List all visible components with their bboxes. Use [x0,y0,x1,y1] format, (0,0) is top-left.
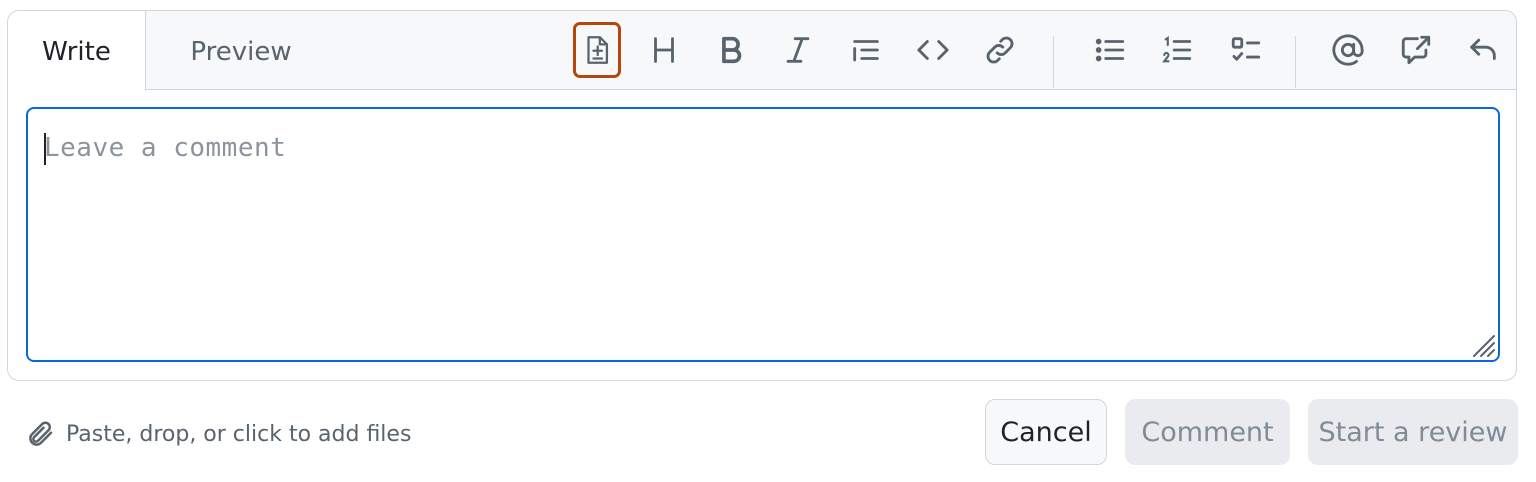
code-icon [917,40,949,60]
editor-tab-bar: Write Preview [8,11,1516,91]
italic-icon [786,37,810,63]
undo-button[interactable] [1459,23,1507,77]
quote-icon [853,40,879,62]
start-review-button[interactable]: Start a review [1308,399,1518,465]
comment-placeholder: Leave a comment [44,133,287,163]
insert-suggestion-button[interactable] [573,22,621,78]
ordered-list-icon [1162,35,1192,63]
code-button[interactable] [909,23,957,77]
attach-files[interactable]: Paste, drop, or click to add files [26,414,411,454]
attach-files-label: Paste, drop, or click to add files [66,421,412,447]
text-caret [44,133,46,165]
bold-button[interactable] [707,23,755,77]
comment-editor: Write Preview Leave a comment [7,10,1517,381]
comment-button[interactable]: Comment [1125,399,1290,465]
toolbar-divider [1295,36,1296,88]
italic-button[interactable] [774,23,822,77]
unordered-list-button[interactable] [1086,23,1134,77]
undo-icon [1470,38,1496,60]
tasklist-button[interactable] [1222,23,1270,77]
mention-icon [1332,34,1364,66]
tab-preview[interactable]: Preview [166,11,316,90]
tasklist-icon [1231,37,1261,61]
heading-icon [654,37,674,63]
toolbar-divider [1053,36,1054,88]
resize-handle-icon[interactable] [1466,328,1496,358]
unordered-list-icon [1095,38,1125,62]
comment-textarea[interactable]: Leave a comment [26,107,1500,362]
cancel-button[interactable]: Cancel [985,399,1107,465]
cross-reference-icon [1401,35,1431,65]
bold-icon [722,36,742,64]
mention-button[interactable] [1324,23,1372,77]
paperclip-icon [29,421,53,446]
link-button[interactable] [976,23,1024,77]
link-icon [986,36,1014,64]
tab-write[interactable]: Write [8,11,146,91]
quote-button[interactable] [842,23,890,77]
heading-button[interactable] [640,23,688,77]
ordered-list-button[interactable] [1153,23,1201,77]
diff-icon [587,36,609,64]
cross-reference-button[interactable] [1392,23,1440,77]
